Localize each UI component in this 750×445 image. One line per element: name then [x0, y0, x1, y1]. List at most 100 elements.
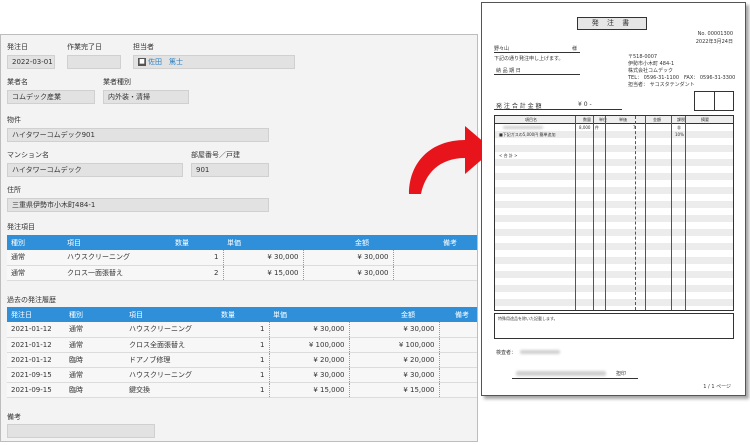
doc-addressee: 野々山	[494, 46, 510, 52]
doc-stamp-label: 担印	[616, 371, 627, 377]
table-row[interactable]: 通常 ハウスクリーニング 1 ¥ 30,000 ¥ 30,000	[7, 250, 477, 266]
table-row[interactable]: 通常 クロス一面張替え 2 ¥ 15,000 ¥ 30,000	[7, 265, 477, 281]
doc-row-taxrate: 10%	[675, 132, 684, 137]
history-date: 2021-09-15	[7, 367, 65, 383]
order-history-table: 発注日 種別 項目 数量 単価 金額 備考 2021-01-12 通常 ハウスク…	[7, 307, 477, 398]
vendor-label: 業者名	[7, 78, 28, 86]
item-price: ¥ 15,000	[222, 265, 303, 281]
history-qty: 1	[217, 352, 269, 368]
property-label: 物件	[7, 116, 21, 124]
doc-header-price: 単価	[619, 117, 627, 122]
history-header-date[interactable]: 発注日	[7, 307, 65, 322]
items-header-amount[interactable]: 金額	[303, 235, 393, 250]
items-header-price[interactable]: 単価	[223, 235, 303, 250]
assignee-field[interactable]: ■ 佐田 篤士	[133, 55, 295, 69]
history-price: ¥ 30,000	[268, 322, 349, 338]
doc-due-label: 納 品 期 日	[496, 68, 521, 74]
table-row[interactable]: 2021-01-12 臨時 ドアノブ修理 1 ¥ 20,000 ¥ 20,000	[7, 352, 477, 368]
property-field[interactable]: ハイタワーコムデック901	[7, 128, 269, 142]
address-field[interactable]: 三重県伊勢市小木町484-1	[7, 198, 269, 212]
items-header-qty[interactable]: 数量	[171, 235, 223, 250]
order-items-table: 種別 項目 数量 単価 金額 備考 通常 ハウスクリーニング 1 ¥ 30,00…	[7, 235, 477, 281]
item-qty: 1	[171, 250, 223, 266]
history-header-amount[interactable]: 金額	[349, 307, 439, 322]
mansion-label: マンション名	[7, 151, 49, 159]
table-row[interactable]: 2021-01-12 通常 クロス全面張替え 1 ¥ 100,000 ¥ 100…	[7, 337, 477, 353]
remarks-label: 備考	[7, 413, 21, 421]
doc-header-note: 摘要	[701, 117, 709, 122]
history-note	[438, 337, 477, 353]
mansion-field[interactable]: ハイタワーコムデック	[7, 163, 183, 177]
table-row[interactable]: 2021-09-15 通常 ハウスクリーニング 1 ¥ 30,000 ¥ 30,…	[7, 367, 477, 383]
history-price: ¥ 100,000	[268, 337, 349, 353]
history-item: ハウスクリーニング	[125, 367, 217, 383]
assignee-label: 担当者	[133, 43, 154, 51]
items-header-note[interactable]: 備考	[393, 235, 477, 250]
doc-addr1: 伊勢市小木町 484-1	[628, 61, 675, 67]
doc-intro: 下記の通り発注申し上げます。	[494, 56, 564, 62]
vendor-field[interactable]: コムデック産業	[7, 90, 95, 104]
assignee-name[interactable]: 佐田 篤士	[148, 58, 183, 66]
history-kind: 通常	[65, 337, 125, 353]
room-label: 部屋番号／戸建	[191, 151, 240, 159]
history-amount: ¥ 100,000	[348, 337, 439, 353]
redacted-signature	[516, 371, 606, 376]
order-date-label: 発注日	[7, 43, 28, 51]
history-price: ¥ 30,000	[268, 367, 349, 383]
table-row[interactable]: 2021-09-15 臨時 鍵交換 1 ¥ 15,000 ¥ 15,000	[7, 382, 477, 398]
address-label: 住所	[7, 186, 21, 194]
history-amount: ¥ 15,000	[348, 382, 439, 398]
history-header-kind[interactable]: 種別	[65, 307, 125, 322]
doc-note-label: 特殊用途品を除いた記載します。	[498, 316, 558, 321]
history-header-price[interactable]: 単価	[269, 307, 349, 322]
remarks-field[interactable]	[7, 424, 155, 438]
stamp-box	[694, 91, 734, 111]
redacted-inspector	[520, 350, 560, 354]
history-price: ¥ 20,000	[268, 352, 349, 368]
history-date: 2021-01-12	[7, 352, 65, 368]
history-amount: ¥ 30,000	[348, 367, 439, 383]
doc-row-qty: 8,000	[579, 125, 591, 130]
doc-number: No. 00001300	[697, 31, 733, 37]
item-name: クロス一面張替え	[63, 265, 171, 281]
due-underline	[494, 74, 580, 75]
history-qty: 1	[217, 367, 269, 383]
history-header-note[interactable]: 備考	[439, 307, 477, 322]
doc-note-box: 特殊用途品を除いた記載します。	[494, 313, 734, 339]
history-kind: 通常	[65, 367, 125, 383]
history-date: 2021-09-15	[7, 382, 65, 398]
history-header-item[interactable]: 項目	[125, 307, 217, 322]
item-note	[392, 250, 477, 266]
doc-honorific: 様	[572, 46, 578, 52]
items-header-item[interactable]: 項目	[63, 235, 171, 250]
history-item: 鍵交換	[125, 382, 217, 398]
doc-row-2: ■下記ガスの5,000円 簡単追加 10%	[495, 131, 733, 138]
table-row[interactable]: 2021-01-12 通常 ハウスクリーニング 1 ¥ 30,000 ¥ 30,…	[7, 322, 477, 338]
person-icon: ■	[138, 58, 146, 66]
work-done-field[interactable]	[67, 55, 121, 69]
doc-date: 2022年3月24日	[695, 39, 733, 45]
history-item: ドアノブ修理	[125, 352, 217, 368]
order-form-panel: 発注日 2022-03-01 作業完了日 担当者 ■ 佐田 篤士 業者名 コムデッ…	[0, 34, 478, 442]
room-field[interactable]: 901	[191, 163, 269, 177]
history-date: 2021-01-12	[7, 337, 65, 353]
doc-header-tax: 課税	[677, 117, 685, 122]
history-amount: ¥ 30,000	[348, 322, 439, 338]
history-note	[438, 322, 477, 338]
doc-header-amount: 金額	[653, 117, 661, 122]
order-date-field[interactable]: 2022-03-01	[7, 55, 55, 69]
history-date: 2021-01-12	[7, 322, 65, 338]
history-note	[438, 382, 477, 398]
history-qty: 1	[217, 337, 269, 353]
doc-staff: 担当者： サコスタテンダント	[628, 82, 695, 88]
redacted-text	[503, 126, 543, 129]
doc-table-header: 項目名 数量 単位 単価 金額 課税 摘要	[495, 116, 733, 124]
item-note	[392, 265, 477, 281]
history-amount: ¥ 20,000	[348, 352, 439, 368]
history-kind: 臨時	[65, 352, 125, 368]
item-kind: 通常	[7, 265, 63, 281]
history-header-qty[interactable]: 数量	[217, 307, 269, 322]
vendor-type-field[interactable]: 内外装・清掃	[103, 90, 189, 104]
doc-header-item: 項目名	[525, 117, 537, 122]
items-header-kind[interactable]: 種別	[7, 235, 63, 250]
